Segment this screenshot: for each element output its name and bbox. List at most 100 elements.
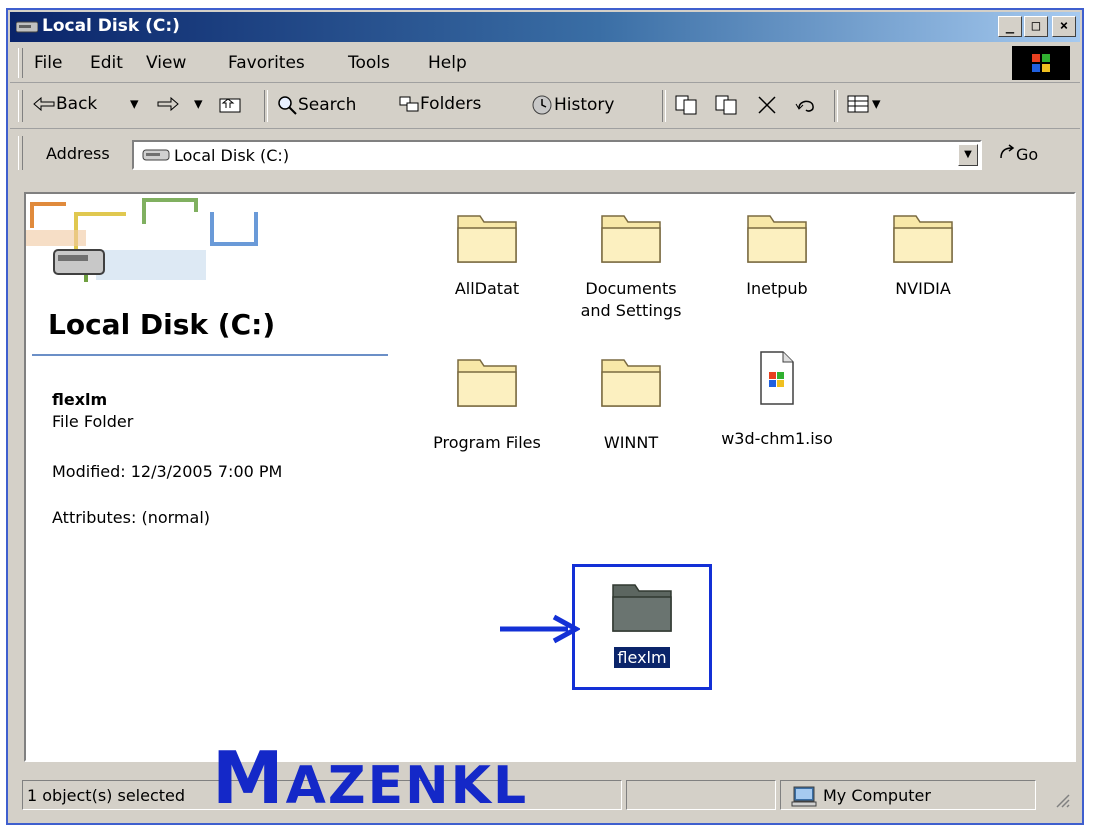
menu-view[interactable]: View: [146, 53, 186, 73]
highlight-box: flexlm: [572, 564, 712, 690]
address-label: Address: [46, 144, 110, 163]
status-selection-text: 1 object(s) selected: [27, 786, 186, 805]
folder-icon: [601, 215, 661, 263]
arrow-pointer-icon: [500, 614, 580, 644]
address-grip[interactable]: [18, 136, 23, 170]
address-bar: Address Local Disk (C:) ▼ Go: [10, 130, 1080, 176]
folder-content-area[interactable]: Local Disk (C:) flexlm File Folder Modif…: [24, 192, 1076, 762]
my-computer-icon: [791, 786, 817, 807]
forward-dropdown-icon[interactable]: ▾: [194, 94, 203, 114]
forward-button[interactable]: [156, 94, 180, 114]
folders-icon: [399, 96, 419, 112]
folder-icon: [612, 584, 672, 632]
history-icon: [532, 95, 552, 115]
move-to-icon: [675, 95, 697, 115]
menu-help[interactable]: Help: [428, 53, 467, 73]
menu-bar: File Edit View Favorites Tools Help: [10, 44, 1080, 83]
explorer-window: Local Disk (C:) _ □ × File Edit View Fav…: [6, 8, 1084, 825]
folder-item[interactable]: Program Files: [422, 354, 552, 454]
back-dropdown-icon[interactable]: ▾: [130, 94, 139, 114]
folder-label: Inetpub: [746, 279, 808, 298]
back-button[interactable]: Back: [32, 94, 97, 114]
undo-icon: [795, 100, 814, 112]
folder-icon: [457, 359, 517, 407]
folder-label: AllDatat: [454, 279, 520, 298]
views-button[interactable]: ▾: [846, 94, 881, 114]
address-dropdown-button[interactable]: ▼: [958, 144, 978, 166]
status-bar: 1 object(s) selected My Computer: [22, 776, 1074, 814]
window-title: Local Disk (C:): [42, 16, 180, 36]
file-item[interactable]: w3d-chm1.iso: [712, 350, 842, 450]
address-value: Local Disk (C:): [174, 146, 290, 165]
delete-button[interactable]: [756, 94, 778, 116]
go-button[interactable]: Go: [998, 144, 1038, 164]
close-button[interactable]: ×: [1052, 16, 1076, 37]
toolbar-separator: [264, 90, 268, 122]
drive-icon: [142, 149, 170, 161]
standard-toolbar: Back ▾ ▾ Search Folders History ▾: [10, 84, 1080, 129]
selected-item-modified: Modified: 12/3/2005 7:00 PM: [52, 462, 283, 481]
back-arrow-icon: [33, 96, 55, 112]
toolbar-separator: [662, 90, 666, 122]
go-label: Go: [1016, 145, 1039, 164]
selected-item-attributes: Attributes: (normal): [52, 508, 211, 527]
status-empty-cell: [626, 780, 776, 810]
drive-banner-graphic: [26, 198, 258, 282]
menu-tools[interactable]: Tools: [348, 53, 390, 73]
copy-to-icon: [715, 95, 737, 115]
watermark-text: MAZENKL: [212, 736, 529, 820]
folder-icon: [747, 215, 807, 263]
folder-icon: [893, 215, 953, 263]
folder-item[interactable]: NVIDIA: [858, 210, 988, 300]
go-arrow-icon: [1000, 144, 1015, 159]
status-zone-cell: My Computer: [780, 780, 1036, 810]
folder-item[interactable]: AllDatat: [422, 210, 552, 300]
minimize-button[interactable]: _: [998, 16, 1022, 37]
history-label: History: [554, 95, 615, 115]
folders-label: Folders: [420, 94, 482, 114]
folder-icon: [601, 359, 661, 407]
file-label: w3d-chm1.iso: [721, 429, 833, 448]
status-zone-text: My Computer: [823, 786, 931, 805]
folder-item[interactable]: WINNT: [566, 354, 696, 454]
menu-file[interactable]: File: [34, 53, 62, 73]
folder-label-selected: flexlm: [614, 647, 670, 668]
folder-label: Documents and Settings: [580, 279, 682, 320]
heading-divider: [32, 354, 388, 356]
search-icon: [278, 96, 297, 115]
menu-grip[interactable]: [18, 48, 23, 78]
folder-icon: [457, 215, 517, 263]
move-to-button[interactable]: [674, 94, 700, 116]
folder-label: WINNT: [603, 433, 659, 452]
iso-file-icon: [760, 351, 794, 405]
windows-logo-icon: [1012, 46, 1070, 80]
toolbar-grip[interactable]: [18, 90, 23, 122]
menu-edit[interactable]: Edit: [90, 53, 123, 73]
search-label: Search: [298, 95, 357, 115]
folder-label: Program Files: [433, 433, 541, 452]
toolbar-separator: [834, 90, 838, 122]
forward-arrow-icon: [157, 96, 179, 112]
selected-item-type: File Folder: [52, 412, 134, 431]
title-bar[interactable]: Local Disk (C:) _ □ ×: [10, 12, 1080, 42]
drive-icon: [16, 21, 38, 33]
folder-item[interactable]: Documents and Settings: [566, 210, 696, 322]
folders-button[interactable]: Folders: [398, 94, 481, 114]
drive-heading: Local Disk (C:): [48, 308, 276, 341]
address-input[interactable]: Local Disk (C:) ▼: [132, 140, 982, 170]
menu-favorites[interactable]: Favorites: [228, 53, 305, 73]
folder-item-selected[interactable]: flexlm: [577, 579, 707, 669]
resize-grip-icon[interactable]: [1054, 792, 1070, 808]
up-folder-icon: [219, 98, 241, 113]
selected-item-name: flexlm: [52, 390, 108, 409]
folder-label: NVIDIA: [895, 279, 951, 298]
back-label: Back: [56, 94, 98, 114]
search-button[interactable]: Search: [276, 94, 356, 116]
maximize-button[interactable]: □: [1024, 16, 1048, 37]
history-button[interactable]: History: [530, 94, 614, 116]
up-folder-button[interactable]: [218, 94, 242, 114]
views-icon: [847, 95, 869, 113]
undo-button[interactable]: [794, 94, 818, 114]
copy-to-button[interactable]: [714, 94, 740, 116]
folder-item[interactable]: Inetpub: [712, 210, 842, 300]
